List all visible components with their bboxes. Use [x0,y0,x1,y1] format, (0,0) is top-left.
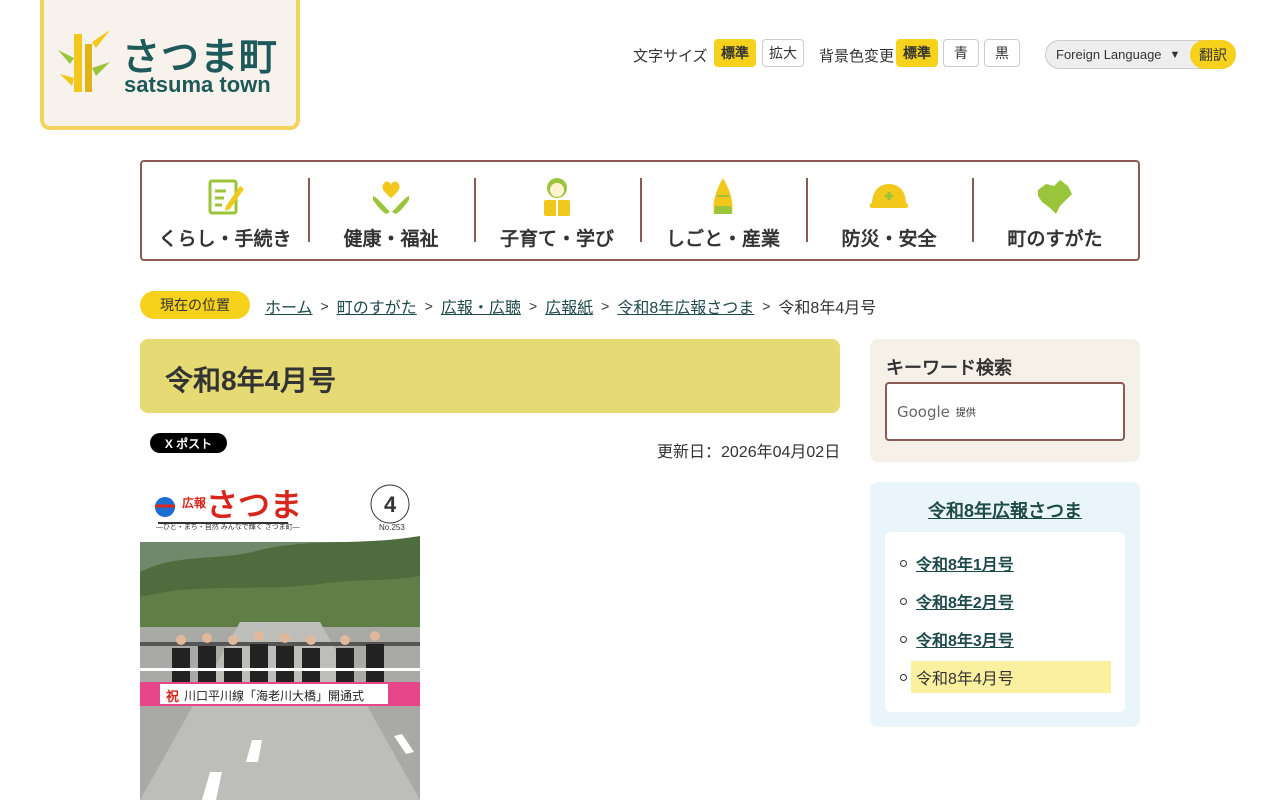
nav-item-living[interactable]: くらし・手続き [142,162,308,259]
bg-color-label: 背景色変更 [819,48,895,65]
nav-label: 町のすがた [1007,229,1103,250]
keyword-search-title: キーワード検索 [886,358,1012,378]
translate-button[interactable]: 翻訳 [1190,40,1236,69]
child-book-icon [544,178,570,216]
x-post-button[interactable]: X ポスト [150,433,227,453]
sidebar-link-february[interactable]: 令和8年2月号 [916,589,1014,613]
breadcrumb-link-home[interactable]: ホーム [265,294,313,318]
list-item: 令和8年1月号 [885,544,1125,582]
bg-standard-button[interactable]: 標準 [896,39,938,67]
language-select[interactable]: Foreign Language ▼ 翻訳 [1045,40,1236,69]
keyword-search-panel: キーワード検索 Google 提供 [870,339,1140,462]
google-provided-label: 提供 [955,408,976,419]
town-map-icon [1038,180,1072,214]
cover-tagline: ―ひと・まち・自然 みんなで輝く さつま町― [156,524,300,531]
site-logo[interactable]: さつま町 satsuma town [40,0,300,130]
chevron-right-icon: > [601,298,610,314]
sidebar-menu-list: 令和8年1月号 令和8年2月号 令和8年3月号 令和8年4月号 [885,532,1125,712]
pencil-note-icon [208,179,244,215]
bullet-icon [900,597,907,605]
sidebar-menu: 令和8年広報さつま 令和8年1月号 令和8年2月号 令和8年3月号 令和8年4月… [870,482,1140,727]
page-title: 令和8年4月号 [165,365,337,396]
chevron-right-icon: > [762,298,771,314]
list-item: 令和8年4月号 [885,658,1125,696]
text-size-standard-button[interactable]: 標準 [714,39,756,67]
breadcrumb-link-year[interactable]: 令和8年広報さつま [617,294,754,318]
text-size-label: 文字サイズ [633,48,708,65]
bamboo-shoot-icon [713,178,733,214]
sidebar-current-april: 令和8年4月号 [911,661,1111,693]
sidebar-link-january[interactable]: 令和8年1月号 [916,551,1014,575]
bullet-icon [900,635,907,643]
updated-date: 更新日：2026年04月02日 [657,444,841,461]
list-item: 令和8年2月号 [885,582,1125,620]
search-input[interactable]: Google 提供 [885,382,1125,441]
nav-label: 防災・安全 [841,229,937,250]
cover-ribbon-text: 川口平川線「海老川大橋」開通式 [184,689,365,703]
nav-label: 健康・福祉 [343,229,439,250]
page-title-box: 令和8年4月号 [140,339,840,413]
breadcrumb-current: 令和8年4月号 [778,300,877,317]
breadcrumb-link-newsletter[interactable]: 広報紙 [545,294,593,318]
cover-issue-number: No.253 [379,523,405,532]
language-select-value: Foreign Language [1056,47,1162,62]
nav-label: 子育て・学び [499,229,614,250]
nav-item-health[interactable]: 健康・福祉 [308,162,474,259]
caret-down-icon: ▼ [1169,48,1181,61]
helmet-icon [870,184,908,208]
chevron-right-icon: > [528,298,538,314]
chevron-right-icon: > [424,298,433,314]
bullet-icon [900,673,907,681]
cover-ribbon-mark: 祝 [166,689,180,704]
bg-blue-button[interactable]: 青 [943,39,979,67]
breadcrumb: ホーム > 町のすがた > 広報・広聴 > 広報紙 > 令和8年広報さつま > … [265,294,876,318]
bullet-icon [900,559,907,567]
nav-item-childcare[interactable]: 子育て・学び [474,162,640,259]
cover-masthead: さつま [206,487,303,523]
bamboo-logo-icon [58,30,110,92]
sidebar-link-march[interactable]: 令和8年3月号 [916,627,1014,651]
nav-item-town[interactable]: 町のすがた [972,162,1138,259]
nav-item-work[interactable]: しごと・産業 [640,162,806,259]
breadcrumb-link-pr[interactable]: 広報・広聴 [441,294,521,318]
newsletter-cover-image[interactable]: 広報 さつま ―ひと・まち・自然 みんなで輝く さつま町― 4 No.253 祝… [140,472,420,800]
nav-label: しごと・産業 [665,229,780,250]
nav-item-safety[interactable]: 防災・安全 [806,162,972,259]
sidebar-menu-title[interactable]: 令和8年広報さつま [870,497,1140,523]
logo-name-en: satsuma town [124,72,271,97]
breadcrumb-link-town[interactable]: 町のすがた [337,294,417,318]
google-logo: Google [897,402,950,421]
list-item: 令和8年3月号 [885,620,1125,658]
heart-hands-icon [373,181,409,214]
breadcrumb-badge: 現在の位置 [140,291,250,319]
cover-masthead-prefix: 広報 [182,496,207,510]
cover-month: 4 [384,492,397,517]
main-nav: くらし・手続き 健康・福祉 子育て・学び しごと・産業 防災・安全 町のすがた [140,160,1140,261]
nav-label: くらし・手続き [158,229,292,250]
bg-black-button[interactable]: 黒 [984,39,1020,67]
text-size-large-button[interactable]: 拡大 [762,39,804,67]
chevron-right-icon: > [320,298,329,314]
